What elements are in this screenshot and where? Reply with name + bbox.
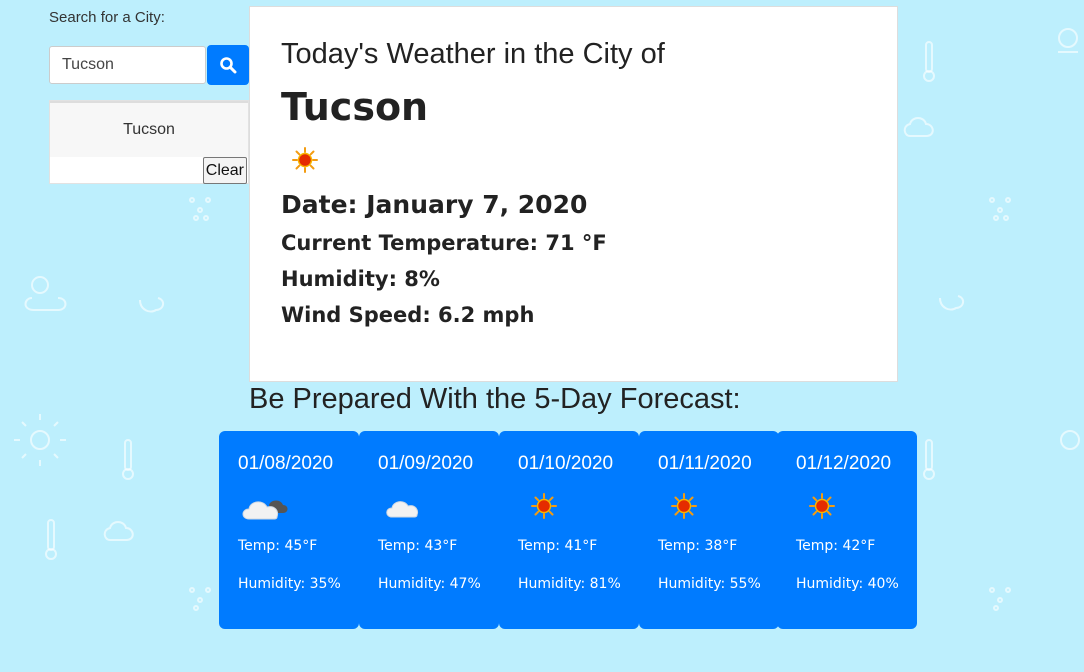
current-temperature: Current Temperature: 71 °F bbox=[281, 231, 607, 255]
forecast-card: 01/09/2020 Temp: 43°F Humidity: 47% bbox=[359, 431, 499, 629]
sun-icon bbox=[292, 147, 318, 178]
partly-cloudy-icon bbox=[241, 493, 289, 528]
sun-icon bbox=[671, 493, 697, 524]
forecast-temp: Temp: 38°F bbox=[658, 538, 738, 554]
current-humidity: Humidity: 8% bbox=[281, 267, 440, 291]
search-panel: Search for a City: Tucson Clear bbox=[49, 6, 249, 184]
forecast-temp: Temp: 42°F bbox=[796, 538, 876, 554]
forecast-card: 01/11/2020 Temp: 38°F Humidity: 55% bbox=[639, 431, 779, 629]
forecast-date: 01/11/2020 bbox=[658, 453, 752, 474]
forecast-card: 01/10/2020 Temp: 41°F Humidity: 81% bbox=[499, 431, 639, 629]
forecast-card: 01/12/2020 Temp: 42°F Humidity: 40% bbox=[777, 431, 917, 629]
forecast-card: 01/08/2020 Temp: 45°F Humidity: 35% bbox=[219, 431, 359, 629]
search-icon bbox=[220, 57, 237, 74]
forecast-date: 01/09/2020 bbox=[378, 453, 474, 474]
forecast-date: 01/10/2020 bbox=[518, 453, 614, 474]
current-wind-speed: Wind Speed: 6.2 mph bbox=[281, 303, 535, 327]
city-search-input[interactable] bbox=[49, 46, 206, 84]
search-button[interactable] bbox=[207, 45, 249, 85]
forecast-humidity: Humidity: 81% bbox=[518, 576, 621, 592]
history-item-tucson[interactable]: Tucson bbox=[50, 101, 248, 157]
forecast-row: 01/08/2020 Temp: 45°F Humidity: 35% 01/0… bbox=[219, 431, 919, 629]
current-weather-card: Today's Weather in the City of Tucson Da… bbox=[249, 6, 898, 382]
sun-icon bbox=[531, 493, 557, 524]
search-history-list: Tucson Clear bbox=[49, 100, 249, 184]
forecast-date: 01/08/2020 bbox=[238, 453, 334, 474]
forecast-title: Be Prepared With the 5-Day Forecast: bbox=[249, 383, 741, 415]
forecast-humidity: Humidity: 35% bbox=[238, 576, 341, 592]
sun-icon bbox=[809, 493, 835, 524]
forecast-temp: Temp: 45°F bbox=[238, 538, 318, 554]
clear-history-button[interactable]: Clear bbox=[202, 157, 247, 184]
forecast-humidity: Humidity: 47% bbox=[378, 576, 481, 592]
cloud-icon bbox=[385, 493, 425, 528]
forecast-humidity: Humidity: 55% bbox=[658, 576, 761, 592]
current-weather-heading: Today's Weather in the City of bbox=[281, 38, 665, 70]
current-city-name: Tucson bbox=[281, 85, 429, 129]
current-date: Date: January 7, 2020 bbox=[281, 190, 588, 219]
forecast-temp: Temp: 43°F bbox=[378, 538, 458, 554]
forecast-temp: Temp: 41°F bbox=[518, 538, 598, 554]
forecast-humidity: Humidity: 40% bbox=[796, 576, 899, 592]
search-label: Search for a City: bbox=[49, 9, 165, 26]
forecast-date: 01/12/2020 bbox=[796, 453, 892, 474]
